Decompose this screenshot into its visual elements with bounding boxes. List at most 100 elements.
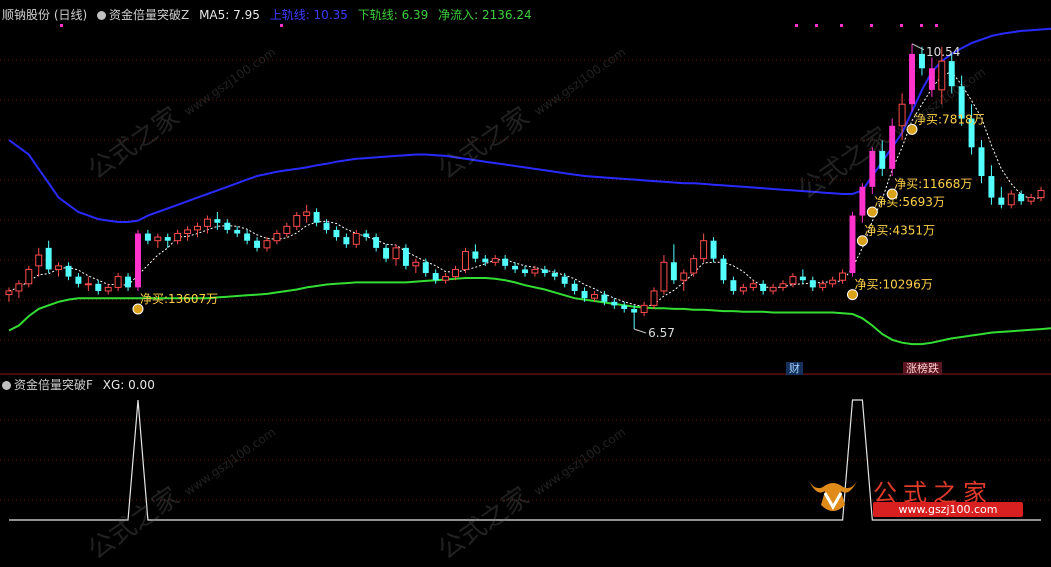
candle-body (194, 225, 201, 231)
high-price-label: 10.54 (926, 45, 960, 59)
candle-body (214, 219, 221, 223)
finance-tag[interactable]: 财 (786, 362, 803, 375)
candle-body (590, 294, 598, 299)
candle-body (144, 233, 151, 241)
candle-body (234, 229, 241, 234)
candle-body (383, 247, 390, 259)
candle-body (809, 280, 816, 288)
candle-body (650, 290, 658, 306)
sub-indicator-name[interactable]: 资金倍量突破F (2, 378, 93, 392)
candle-body (263, 240, 271, 249)
signal-dot (815, 24, 818, 27)
candle-body (104, 286, 112, 292)
candle-body (621, 305, 628, 309)
candle-body (660, 261, 668, 292)
main-panel-header: 顺钠股份 (日线) 资金倍量突破Z MA5: 7.95 上轨线: 10.35 下… (2, 7, 538, 23)
candle-body (978, 147, 985, 177)
candle-body (1007, 193, 1015, 206)
candle-body (720, 258, 727, 281)
candle-body (125, 276, 132, 288)
candle-body (581, 290, 588, 299)
candle-body (203, 218, 211, 227)
chart-canvas[interactable]: 10.54 6.57 净买:13607万 净买:10296万 净买:4351万 净买:56… (0, 0, 1051, 524)
candle-body (690, 258, 698, 274)
signal-dot (795, 24, 798, 27)
candle-body (730, 280, 737, 291)
candle-body (849, 215, 856, 274)
signal-dot (60, 24, 63, 27)
candle-body (561, 276, 568, 284)
stock-chart-window: 10.54 6.57 净买:13607万 净买:10296万 净买:4351万 净买:56… (0, 0, 1051, 566)
net-buy-label: 净买:13607万 (140, 292, 218, 306)
candle-body (700, 240, 708, 260)
net-inflow-value: 净流入: 2136.24 (438, 8, 532, 22)
candle-body (1037, 189, 1045, 199)
signal-dot (900, 24, 903, 27)
candle-body (283, 225, 291, 235)
candle-body (114, 276, 122, 288)
candle-body (1027, 197, 1035, 202)
candle-body (184, 229, 192, 235)
candle-body (164, 237, 171, 241)
brand-logo: 公式之家 www.gszj100.com (803, 471, 1029, 519)
net-buy-label: 净买:10296万 (854, 278, 932, 292)
candle-body (244, 233, 251, 241)
candle-body (254, 240, 261, 248)
candle-body (739, 286, 747, 292)
candle-body (174, 233, 182, 242)
candle-body (601, 294, 608, 302)
candle-body (541, 269, 548, 274)
candle-body (134, 233, 141, 288)
net-buy-label: 净买:11668万 (894, 177, 972, 191)
signal-dot (280, 24, 283, 27)
candle-body (1018, 194, 1025, 202)
candle-body (452, 268, 460, 278)
candle-body (402, 247, 409, 266)
candle-body (224, 222, 231, 230)
candle-body (839, 272, 847, 281)
candle-body (819, 283, 827, 288)
signal-dot (870, 24, 873, 27)
candle-body (779, 283, 787, 288)
candle-body (461, 250, 469, 270)
signal-dot (935, 24, 938, 27)
indicator-name[interactable]: 资金倍量突破Z (97, 8, 189, 22)
candle-body (392, 247, 400, 260)
sub-panel-header: 资金倍量突破F XG: 0.00 (2, 377, 161, 393)
candle-body (680, 272, 688, 281)
top-signal-dots (60, 24, 938, 27)
sub-indicator-toggle-icon[interactable] (2, 381, 11, 390)
limit-tag[interactable]: 涨榜跌 (903, 362, 942, 375)
signal-dot (920, 24, 923, 27)
candle-body (75, 276, 82, 284)
net-buy-label: 净买:5693万 (874, 195, 945, 209)
candle-body (373, 237, 380, 248)
candle-body (352, 233, 360, 245)
candle-body (482, 258, 489, 263)
candle-body (571, 283, 578, 291)
xg-value: XG: 0.00 (102, 378, 155, 392)
candle-body (918, 53, 925, 69)
candle-body (640, 304, 648, 314)
candle-body (333, 229, 340, 238)
candle-body (35, 254, 43, 267)
candle-body (293, 215, 301, 227)
candle-body (55, 265, 63, 270)
candle-body (670, 262, 677, 281)
candle-body (323, 222, 330, 230)
candle-body (84, 283, 92, 286)
candle-body (273, 233, 281, 242)
candle-body (65, 265, 72, 277)
candle-body (45, 247, 52, 270)
upper-band-value: 上轨线: 10.35 (269, 8, 348, 22)
candle-body (611, 301, 618, 306)
candle-body (502, 258, 509, 266)
stock-name[interactable]: 顺钠股份 (日线) (2, 8, 87, 22)
net-buy-label: 净买:4351万 (864, 224, 935, 238)
candle-body (760, 283, 767, 291)
candle-body (988, 176, 995, 198)
candle-body (512, 265, 519, 270)
low-price-label: 6.57 (648, 326, 675, 340)
candle-body (15, 283, 23, 292)
indicator-toggle-icon[interactable] (97, 11, 107, 20)
